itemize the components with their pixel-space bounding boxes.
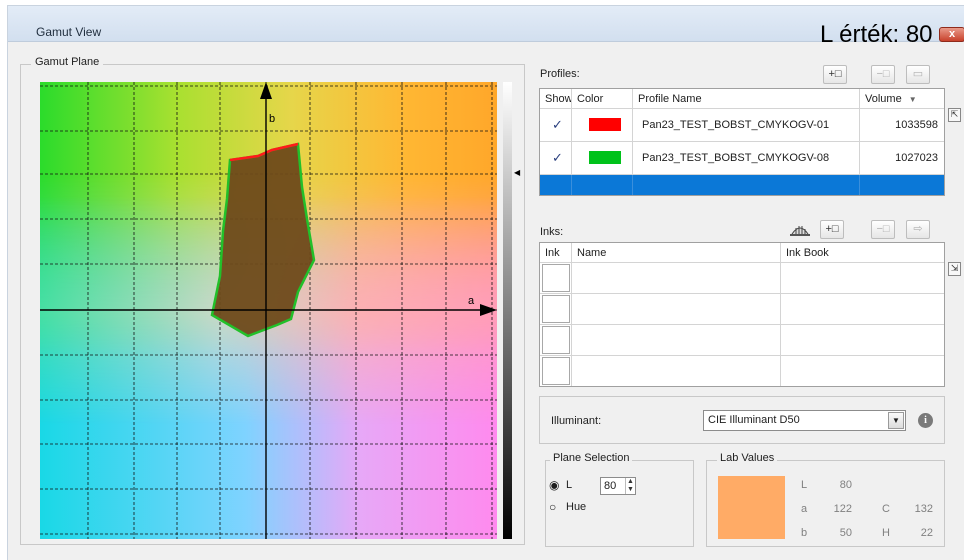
add-profile-button[interactable]: +□ [823, 65, 847, 84]
column-volume[interactable]: Volume ▼ [860, 89, 944, 108]
profiles-label: Profiles: [540, 68, 580, 80]
radio-selected-icon: ◉ [549, 478, 560, 492]
lightness-marker-icon[interactable]: ◀ [514, 168, 520, 177]
column-name[interactable]: Name [572, 243, 781, 262]
illuminant-select[interactable]: CIE Illuminant D50 ▼ [703, 410, 906, 431]
illuminant-label: Illuminant: [551, 415, 602, 427]
add-ink-button[interactable]: +□ [820, 220, 844, 239]
lab-values-legend: Lab Values [717, 452, 778, 464]
title-bar: Gamut View L érték: 80 x [8, 6, 964, 48]
compare-profiles-button[interactable]: ▭ [906, 65, 930, 84]
inks-label: Inks: [540, 226, 564, 238]
sort-down-icon: ▼ [908, 95, 917, 104]
a-axis-label: a [468, 295, 475, 307]
lab-h-value: 22 [920, 527, 933, 539]
gamut-plot-canvas[interactable]: b a [40, 82, 497, 539]
lab-c-label: C [882, 503, 890, 515]
profile-volume: 1033598 [895, 119, 938, 131]
profile-color-swatch[interactable] [589, 118, 621, 131]
column-ink-book[interactable]: Ink Book [781, 243, 944, 262]
stepper-down-icon[interactable]: ▼ [626, 486, 635, 494]
ink-swatch[interactable] [542, 357, 570, 385]
radio-unselected-icon: ○ [549, 500, 557, 514]
gamut-plane-legend: Gamut Plane [31, 56, 104, 68]
profile-row[interactable]: ✓ Pan23_TEST_BOBST_CMYKOGV-01 1033598 [540, 109, 944, 142]
l-value-stepper[interactable]: ▲ ▼ [625, 478, 635, 494]
remove-ink-button[interactable]: −□ [871, 220, 895, 239]
ink-swatch[interactable] [542, 295, 570, 323]
radio-l-label: L [566, 479, 573, 491]
ink-book-icon [790, 226, 810, 236]
ink-row[interactable] [540, 263, 944, 294]
ink-swatch[interactable] [542, 326, 570, 354]
ink-swatch[interactable] [542, 264, 570, 292]
chevron-down-icon[interactable]: ▼ [888, 412, 904, 429]
pin-icon[interactable]: ⇱ [948, 108, 961, 122]
radio-hue-label: Hue [566, 501, 587, 513]
profiles-table-header: Show Color Profile Name Volume ▼ [540, 89, 944, 109]
plane-selection-legend: Plane Selection [550, 452, 633, 464]
close-icon: x [948, 28, 956, 40]
lab-a-label: a [801, 503, 808, 515]
column-profile-name[interactable]: Profile Name [633, 89, 860, 108]
b-axis-label: b [269, 113, 275, 125]
column-volume-label: Volume [865, 93, 902, 105]
profile-volume: 1027023 [895, 152, 938, 164]
profile-name: Pan23_TEST_BOBST_CMYKOGV-08 [633, 142, 860, 174]
illuminant-value: CIE Illuminant D50 [708, 414, 800, 426]
radio-hue[interactable]: ○ Hue [549, 500, 609, 516]
column-color[interactable]: Color [572, 89, 633, 108]
profile-color-swatch[interactable] [589, 151, 621, 164]
show-checkbox[interactable]: ✓ [552, 150, 563, 166]
inks-table: Ink Name Ink Book [539, 242, 945, 387]
move-ink-button[interactable]: ⇨ [906, 220, 930, 239]
l-value-text: 80 [604, 480, 617, 492]
lab-a-value: 122 [833, 503, 852, 515]
ink-row[interactable] [540, 325, 944, 356]
window-title: Gamut View [36, 25, 102, 39]
inks-table-header: Ink Name Ink Book [540, 243, 944, 263]
show-checkbox[interactable]: ✓ [552, 117, 563, 133]
radio-l[interactable]: ◉ L [549, 478, 599, 494]
lab-h-label: H [882, 527, 890, 539]
lab-l-label: L [801, 479, 808, 491]
profiles-table: Show Color Profile Name Volume ▼ ✓ Pan23… [539, 88, 945, 196]
lab-b-label: b [801, 527, 808, 539]
column-show[interactable]: Show [540, 89, 572, 108]
info-icon[interactable]: i [918, 413, 933, 428]
stepper-up-icon[interactable]: ▲ [626, 478, 635, 486]
ink-row[interactable] [540, 294, 944, 325]
lab-c-value: 132 [914, 503, 933, 515]
lightness-gradient-bar [503, 82, 512, 539]
pin-icon[interactable]: ⇲ [948, 262, 961, 276]
profile-row-selected-new[interactable] [540, 175, 944, 195]
compare-icon: ▭ [912, 68, 924, 80]
l-value-title: L érték: 80 [820, 21, 933, 48]
ink-book-button[interactable] [788, 220, 812, 238]
move-icon: ⇨ [913, 223, 923, 235]
close-button[interactable]: x [939, 27, 964, 42]
profile-row[interactable]: ✓ Pan23_TEST_BOBST_CMYKOGV-08 1027023 [540, 142, 944, 175]
profile-name: Pan23_TEST_BOBST_CMYKOGV-01 [633, 109, 860, 141]
lab-b-value: 50 [839, 527, 852, 539]
lab-l-value: 80 [839, 479, 852, 491]
column-ink[interactable]: Ink [540, 243, 572, 262]
lab-color-swatch [718, 476, 785, 539]
remove-profile-button[interactable]: −□ [871, 65, 895, 84]
ink-row[interactable] [540, 356, 944, 386]
gamut-plot[interactable]: b a [40, 82, 497, 539]
